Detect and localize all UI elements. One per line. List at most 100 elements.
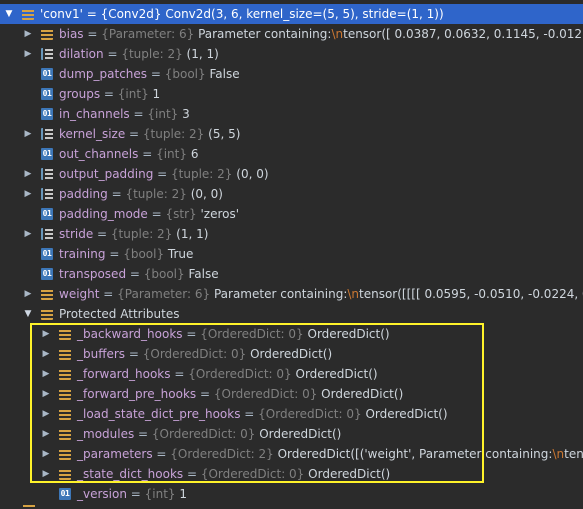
tuple-icon [41, 168, 53, 180]
variable-name: padding_mode [59, 207, 148, 221]
tree-row[interactable]: ▶ stride = {tuple: 2} (1, 1) [0, 224, 583, 244]
chevron-right-icon[interactable]: ▶ [41, 389, 51, 399]
variable-name: dilation [59, 47, 104, 61]
field-icon [59, 448, 71, 460]
escape-newline: \n [552, 447, 565, 461]
variable-value: False [188, 267, 219, 281]
field-icon [59, 388, 71, 400]
variable-name: output_padding [59, 167, 154, 181]
variable-value: 1 [152, 87, 161, 101]
chevron-down-icon[interactable]: ▼ [23, 309, 33, 319]
tree-row[interactable]: 01 transposed = {bool} False [0, 264, 583, 284]
tree-row[interactable]: ▶ kernel_size = {tuple: 2} (5, 5) [0, 124, 583, 144]
tree-row[interactable]: 01 training = {bool} True [0, 244, 583, 264]
variable-name: transposed [59, 267, 127, 281]
tree-row[interactable]: ▶ _forward_hooks = {OrderedDict: 0} Order… [0, 364, 583, 384]
chevron-right-icon[interactable]: ▶ [23, 169, 33, 179]
variable-type: {Parameter: 6} [101, 27, 195, 41]
variable-name: in_channels [59, 107, 130, 121]
variable-type: {bool} [143, 267, 185, 281]
variable-value: OrderedDict() [365, 407, 448, 421]
variable-name: stride [59, 227, 94, 241]
chevron-right-icon[interactable]: ▶ [41, 449, 51, 459]
variable-value: False [209, 67, 240, 81]
tree-row[interactable]: ▶ bias = {Parameter: 6} Parameter contain… [0, 24, 583, 44]
tree-row[interactable]: ▶ dilation = {tuple: 2} (1, 1) [0, 44, 583, 64]
variable-name: _forward_hooks [77, 367, 171, 381]
variable-type: {OrderedDict: 0} [142, 347, 247, 361]
primitive-icon: 01 [41, 68, 53, 80]
chevron-right-icon[interactable]: ▶ [23, 289, 33, 299]
variable-type: {Parameter: 6} [117, 287, 211, 301]
escape-newline: \n [347, 287, 360, 301]
tree-row[interactable]: ▶ weight = {Parameter: 6} Parameter conta… [0, 284, 583, 304]
field-icon [59, 428, 71, 440]
tree-row-protected-attributes[interactable]: ▼ Protected Attributes [0, 304, 583, 324]
chevron-right-icon[interactable]: ▶ [23, 49, 33, 59]
chevron-right-icon[interactable]: ▶ [41, 469, 51, 479]
tree-row[interactable]: ▶ _parameters = {OrderedDict: 2} OrderedD… [0, 444, 583, 464]
variable-type: {bool} [164, 67, 206, 81]
tree-row[interactable]: 01 dump_patches = {bool} False [0, 64, 583, 84]
variable-value: OrderedDict() [250, 347, 333, 361]
protected-attributes-label: Protected Attributes [59, 307, 180, 321]
variable-type: {OrderedDict: 2} [170, 447, 274, 461]
variable-type: {OrderedDict: 0} [200, 327, 304, 341]
tree-row[interactable]: ▶ _modules = {OrderedDict: 0} OrderedDict… [0, 424, 583, 444]
chevron-right-icon[interactable]: ▶ [23, 29, 33, 39]
variable-value-continued: tensor([ 0.0387, 0.0632, 0.1145, -0.0121… [343, 27, 583, 41]
variable-name: _buffers [77, 347, 126, 361]
chevron-right-icon[interactable]: ▶ [41, 349, 51, 359]
primitive-icon: 01 [41, 88, 53, 100]
variable-name: _state_dict_hooks [77, 467, 184, 481]
tree-row[interactable]: ▶ output_padding = {tuple: 2} (0, 0) [0, 164, 583, 184]
variable-type: {tuple: 2} [125, 187, 187, 201]
tree-row[interactable]: 01 out_channels = {int} 6 [0, 144, 583, 164]
tree-row[interactable]: ▶ _load_state_dict_pre_hooks = {OrderedDi… [0, 404, 583, 424]
tree-row[interactable]: 01 _version = {int} 1 [0, 484, 583, 504]
tuple-icon [41, 128, 53, 140]
tree-row[interactable]: ▶ _forward_pre_hooks = {OrderedDict: 0} O… [0, 384, 583, 404]
tree-row-root[interactable]: ▼ 'conv1' = {Conv2d} Conv2d(3, 6, kernel… [0, 4, 583, 24]
primitive-icon: 01 [41, 268, 53, 280]
field-icon [22, 8, 34, 20]
field-icon [59, 328, 71, 340]
variable-value: (1, 1) [186, 47, 219, 61]
tuple-icon [41, 188, 53, 200]
variable-type: {int} [147, 107, 179, 121]
variable-value: Parameter containing: [198, 27, 332, 41]
tree-row[interactable]: ▶ _buffers = {OrderedDict: 0} OrderedDict… [0, 344, 583, 364]
field-icon [59, 408, 71, 420]
primitive-icon: 01 [41, 208, 53, 220]
variable-name: padding [59, 187, 108, 201]
tree-row[interactable]: ▶ _backward_hooks = {OrderedDict: 0} Orde… [0, 324, 583, 344]
field-icon [59, 468, 71, 480]
tree-row[interactable]: 01 in_channels = {int} 3 [0, 104, 583, 124]
tree-row[interactable]: ▶ padding = {tuple: 2} (0, 0) [0, 184, 583, 204]
tree-row[interactable]: 01 padding_mode = {str} 'zeros' [0, 204, 583, 224]
chevron-right-icon[interactable]: ▶ [41, 369, 51, 379]
tree-row[interactable]: ▶ _state_dict_hooks = {OrderedDict: 0} Or… [0, 464, 583, 484]
chevron-right-icon[interactable]: ▶ [41, 409, 51, 419]
variable-value: OrderedDict([('weight', Parameter contai… [277, 447, 553, 461]
chevron-right-icon[interactable]: ▶ [23, 189, 33, 199]
chevron-right-icon[interactable]: ▶ [41, 429, 51, 439]
chevron-right-icon[interactable]: ▶ [23, 129, 33, 139]
tuple-icon [41, 48, 53, 60]
variable-name: dump_patches [59, 67, 148, 81]
variable-value: Parameter containing: [213, 287, 348, 301]
field-icon [59, 368, 71, 380]
variable-type: {str} [165, 207, 197, 221]
chevron-right-icon[interactable]: ▶ [23, 229, 33, 239]
variable-value: 6 [190, 147, 199, 161]
field-icon [41, 288, 53, 300]
tree-row[interactable]: 01 groups = {int} 1 [0, 84, 583, 104]
variable-type: {bool} [123, 247, 165, 261]
chevron-down-icon[interactable]: ▼ [4, 9, 14, 19]
chevron-right-icon[interactable]: ▶ [41, 329, 51, 339]
variable-name: _version [77, 487, 127, 501]
